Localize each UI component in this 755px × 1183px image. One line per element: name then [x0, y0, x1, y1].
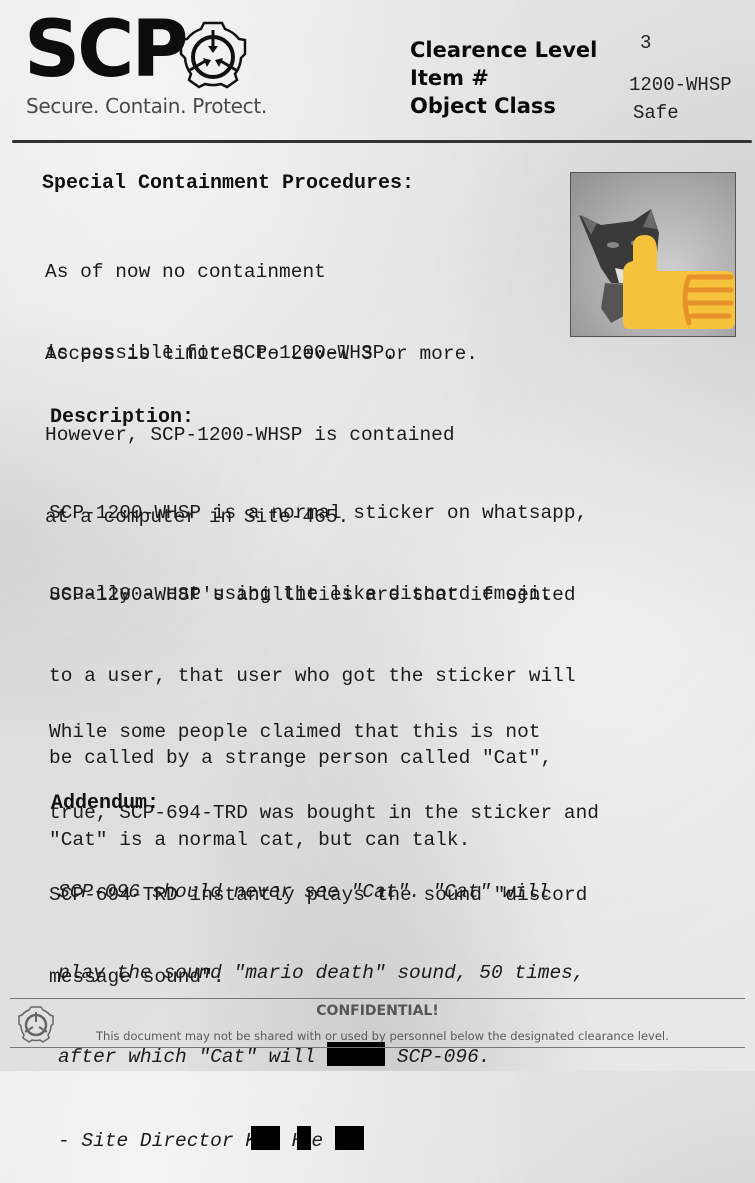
containment-line: As of now no containment	[45, 260, 326, 283]
header-labels: Clearence Level Item # Object Class	[410, 36, 597, 120]
redaction-bar	[297, 1126, 312, 1151]
signature-text: e	[311, 1130, 335, 1153]
item-number-label: Item #	[410, 66, 489, 90]
addendum-line: play the sound "mario death" sound, 50 t…	[58, 962, 585, 985]
signature-line: - Site Director K He	[58, 1126, 585, 1155]
thumbs-up-icon	[623, 235, 735, 329]
redaction-bar	[334, 1126, 364, 1151]
confidential-title: CONFIDENTIAL!	[316, 1003, 439, 1019]
scp-emblem-icon	[179, 21, 247, 89]
footer-bottom-divider	[10, 1047, 745, 1048]
redaction-bar	[250, 1126, 280, 1151]
addendum-heading: Addendum:	[51, 792, 160, 815]
description-line: SCP-1200-WHSP's abillities are that if s…	[49, 583, 576, 606]
object-class-label: Object Class	[410, 94, 556, 118]
description-line: While some people claimed that this is n…	[49, 720, 541, 743]
access-text: Access is limited to Level 3 or more.	[45, 343, 478, 365]
confidential-notice: This document may not be shared with or …	[96, 1029, 669, 1043]
containment-heading: Special Containment Procedures:	[42, 172, 415, 195]
cat-thumbs-up-image	[579, 209, 735, 329]
scp-logo-text: SCP	[24, 5, 189, 95]
signature-text: - Site Director K	[58, 1130, 257, 1153]
clearance-level-label: Clearence Level	[410, 38, 598, 62]
header-divider	[12, 140, 752, 143]
scp-photo	[570, 172, 736, 337]
item-number-value: 1200-WHSP	[629, 74, 732, 96]
addendum-text-part: SCP-096.	[385, 1046, 491, 1069]
description-heading: Description:	[50, 406, 195, 429]
description-line: SCP-1200-WHSP is a normal sticker on wha…	[49, 501, 588, 524]
redaction-bar	[327, 1042, 386, 1067]
addendum-line: SCP-096 should never see "Cat". "Cat" wi…	[58, 880, 550, 903]
footer-top-divider	[10, 998, 745, 999]
object-class-value: Safe	[633, 102, 679, 124]
addendum-text-part: after which "Cat" will	[58, 1046, 328, 1069]
clearance-level-value: 3	[640, 32, 652, 54]
tagline: Secure. Contain. Protect.	[26, 94, 267, 118]
